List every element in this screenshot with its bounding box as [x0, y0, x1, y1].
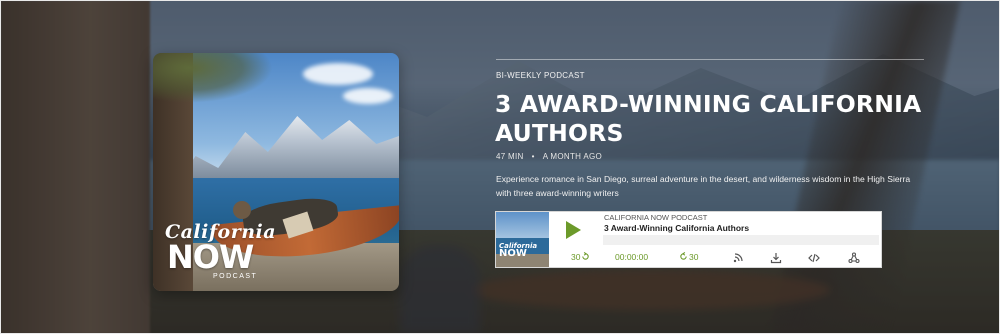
audio-player: California NOW CALIFORNIA NOW PODCAST 3 …	[495, 211, 882, 268]
current-time: 00:00:00	[615, 252, 649, 262]
player-thumbnail: California NOW	[496, 212, 549, 267]
episode-meta: 47 MIN • A MONTH AGO	[496, 152, 602, 161]
thumb-logo: California NOW	[499, 242, 537, 259]
episode-cover-art: California NOW PODCAST	[153, 53, 399, 291]
play-icon	[566, 221, 581, 239]
play-button[interactable]	[552, 216, 594, 244]
player-show-name: CALIFORNIA NOW PODCAST	[604, 213, 708, 222]
thumb-sky	[496, 212, 549, 240]
podcast-hero: California NOW PODCAST BI-WEEKLY PODCAST…	[0, 0, 1000, 334]
embed-icon[interactable]	[808, 252, 820, 264]
cover-branches	[153, 53, 273, 103]
thumb-logo-line2: NOW	[499, 248, 527, 259]
logo-podcast: PODCAST	[213, 273, 258, 280]
forward-button[interactable]: 30	[679, 252, 698, 262]
player-episode-title: 3 Award-Winning California Authors	[604, 223, 750, 233]
progress-bar[interactable]	[603, 235, 879, 245]
episode-title: 3 AWARD-WINNING CALIFORNIA AUTHORS	[495, 90, 922, 147]
cover-cloud	[303, 63, 373, 85]
forward-label: 30	[689, 252, 699, 262]
meta-separator: •	[531, 152, 535, 161]
podcast-frequency-label: BI-WEEKLY PODCAST	[496, 71, 585, 80]
rewind-icon	[582, 252, 590, 260]
player-controls: 30 00:00:00 30	[551, 250, 881, 266]
divider	[496, 59, 924, 60]
background-overlay	[0, 0, 1000, 334]
rss-icon[interactable]	[732, 252, 744, 264]
download-icon[interactable]	[770, 252, 782, 264]
rewind-button[interactable]: 30	[571, 252, 590, 262]
california-now-logo: California NOW PODCAST	[165, 221, 276, 287]
cover-cloud	[343, 88, 393, 104]
forward-icon	[680, 252, 687, 260]
episode-duration: 47 MIN	[496, 152, 524, 161]
rewind-label: 30	[571, 252, 581, 262]
share-icon[interactable]	[848, 252, 860, 264]
logo-now: NOW	[167, 238, 254, 276]
episode-published: A MONTH AGO	[542, 152, 603, 161]
cover-reader-head	[233, 201, 251, 219]
episode-description: Experience romance in San Diego, surreal…	[496, 174, 911, 198]
